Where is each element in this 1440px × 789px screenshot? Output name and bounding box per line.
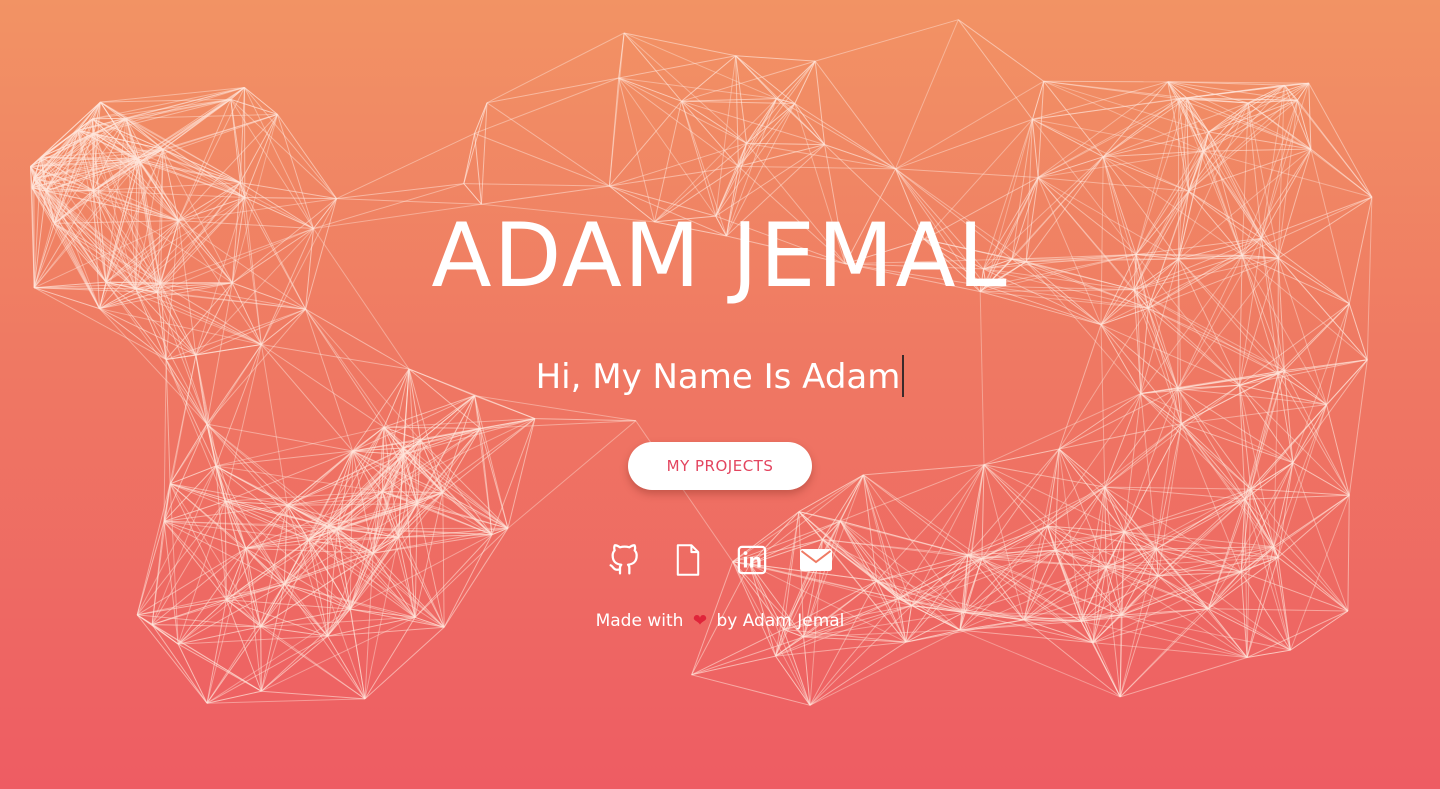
heart-icon: ❤ [692,611,708,631]
github-icon [609,544,638,575]
page-title: ADAM JEMAL [431,204,1009,307]
footer-credit: Made with ❤ by Adam Jemal [0,608,1440,634]
typed-intro: Hi, My Name Is Adam [0,352,1440,402]
author-credit: by Adam Jemal [716,611,845,631]
resume-file-icon [676,544,700,576]
email-icon [800,549,832,571]
typed-text: Hi, My Name Is Adam [535,357,901,397]
made-with-text: Made with [595,611,684,631]
linkedin-icon [737,545,767,575]
hero-section: ADAM JEMAL Hi, My Name Is Adam MY PROJEC… [0,0,1440,789]
typing-cursor [902,354,905,397]
linkedin-link[interactable] [735,540,769,580]
github-link[interactable] [607,540,641,580]
resume-link[interactable] [671,540,705,580]
email-link[interactable] [799,540,833,580]
social-links [600,540,840,584]
my-projects-button[interactable]: MY PROJECTS [628,442,812,490]
